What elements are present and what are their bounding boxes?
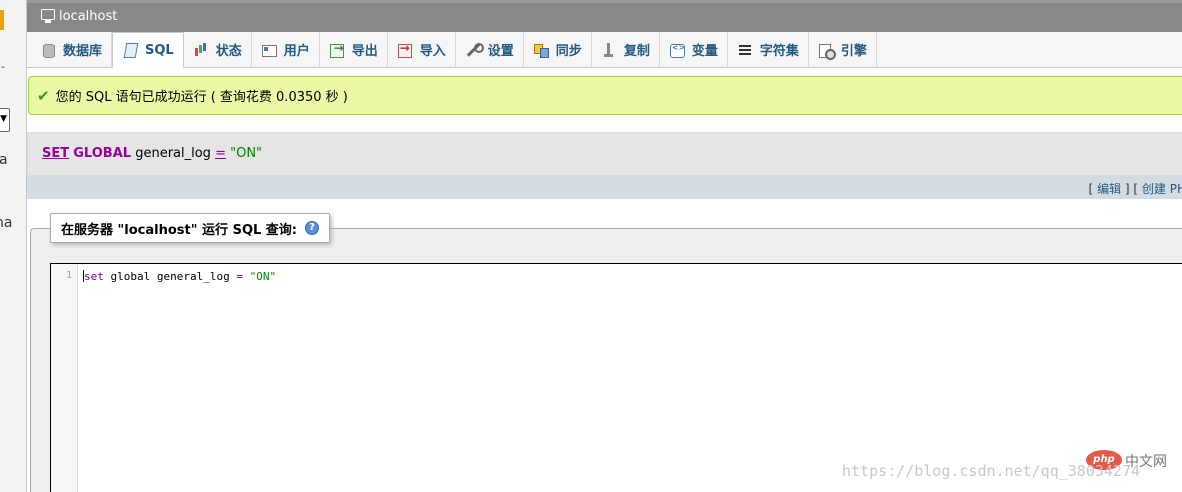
success-message: ✔ 您的 SQL 语句已成功运行 ( 查询花费 0.0350 秒 ): [28, 76, 1182, 115]
sql-keyword-set[interactable]: SET: [42, 146, 69, 161]
chevron-down-icon: ▼: [0, 114, 7, 124]
tab-sql[interactable]: SQL: [112, 32, 184, 68]
line-number-gutter: 1: [51, 264, 78, 492]
server-name-link[interactable]: localhost: [59, 9, 117, 24]
sql-variable-name: general_log: [135, 146, 211, 161]
create-php-code-link[interactable]: 创建 PH: [1142, 182, 1182, 196]
tab-export[interactable]: 导出: [320, 32, 388, 67]
tab-label: 导入: [419, 44, 446, 59]
tab-sync[interactable]: 同步: [524, 32, 592, 67]
tab-label: 复制: [623, 44, 650, 59]
tab-import[interactable]: 导入: [388, 32, 456, 67]
code-text: global general_log: [103, 270, 237, 283]
tab-label: 设置: [487, 44, 514, 59]
nav-text-fragment-2[interactable]: na: [0, 215, 12, 231]
sql-operator[interactable]: =: [215, 146, 226, 161]
replication-icon: [601, 42, 617, 58]
tab-label: 用户: [283, 44, 310, 59]
nav-text-fragment[interactable]: a: [0, 152, 8, 168]
tab-replication[interactable]: 复制: [592, 32, 660, 67]
sql-query-legend: 在服务器 "localhost" 运行 SQL 查询: ?: [50, 213, 331, 243]
import-icon: [397, 41, 413, 58]
tab-engines[interactable]: 引擎: [809, 32, 877, 67]
nav-dash-text: -: [1, 60, 5, 73]
query-action-links: [ 编辑 ] [ 创建 PH: [28, 175, 1182, 199]
tab-label: 数据库: [63, 44, 103, 59]
server-select[interactable]: ▼: [0, 108, 10, 132]
export-icon: [329, 41, 345, 58]
database-icon: [40, 42, 56, 58]
sql-string-value: "ON": [230, 146, 263, 161]
code-operator: =: [236, 270, 243, 283]
edit-query-link[interactable]: 编辑: [1097, 182, 1121, 196]
tab-label: 导出: [351, 44, 378, 59]
code-keyword: set: [84, 270, 104, 283]
charset-icon: [737, 42, 753, 58]
engine-icon: [818, 42, 836, 60]
tab-label: 变量: [691, 44, 718, 59]
bracket-open: [: [1088, 182, 1094, 196]
checkmark-icon: ✔: [37, 86, 50, 105]
tab-variables[interactable]: 变量: [660, 32, 728, 67]
tab-charsets[interactable]: 字符集: [728, 32, 809, 67]
left-navigation-panel: - ▼ a na: [0, 0, 27, 492]
bracket-separator: ] [: [1124, 182, 1139, 196]
variables-icon: [669, 42, 685, 58]
line-number: 1: [65, 270, 72, 281]
settings-icon: [465, 42, 484, 58]
tab-settings[interactable]: 设置: [456, 32, 524, 67]
sql-keyword-global: GLOBAL: [73, 146, 132, 161]
tab-label: 引擎: [840, 44, 867, 59]
user-icon: [261, 42, 277, 58]
executed-query-text: SET GLOBAL general_log = "ON": [28, 133, 1182, 175]
help-icon[interactable]: ?: [305, 221, 320, 235]
legend-text: 在服务器 "localhost" 运行 SQL 查询:: [61, 222, 298, 238]
executed-query-box: SET GLOBAL general_log = "ON" [ 编辑 ] [ 创…: [27, 132, 1182, 199]
sql-code-line[interactable]: set global general_log = "ON": [83, 270, 277, 283]
watermark-url: https://blog.csdn.net/qq_38034274: [842, 462, 1141, 480]
tab-users[interactable]: 用户: [252, 32, 320, 67]
success-text: 您的 SQL 语句已成功运行 ( 查询花费 0.0350 秒 ): [55, 90, 348, 105]
tab-databases[interactable]: 数据库: [31, 32, 113, 67]
sql-editor[interactable]: 1 set global general_log = "ON": [50, 263, 1182, 492]
tab-label: 状态: [215, 44, 242, 59]
status-icon: [193, 42, 209, 58]
tab-label: SQL: [145, 42, 174, 58]
sync-icon: [533, 42, 549, 58]
server-icon: [41, 9, 55, 23]
tab-label: 同步: [555, 44, 582, 59]
sql-icon: [122, 42, 138, 58]
top-menu-tabs: 数据库 SQL 状态 用户 导出 导入 设置 同步 复制 变量 字符集 引擎: [27, 32, 1182, 68]
tab-label: 字符集: [759, 44, 799, 59]
code-string: "ON": [249, 270, 277, 283]
tab-status[interactable]: 状态: [184, 32, 252, 67]
server-breadcrumb: localhost: [27, 0, 1182, 32]
logo-fragment: [0, 10, 4, 30]
